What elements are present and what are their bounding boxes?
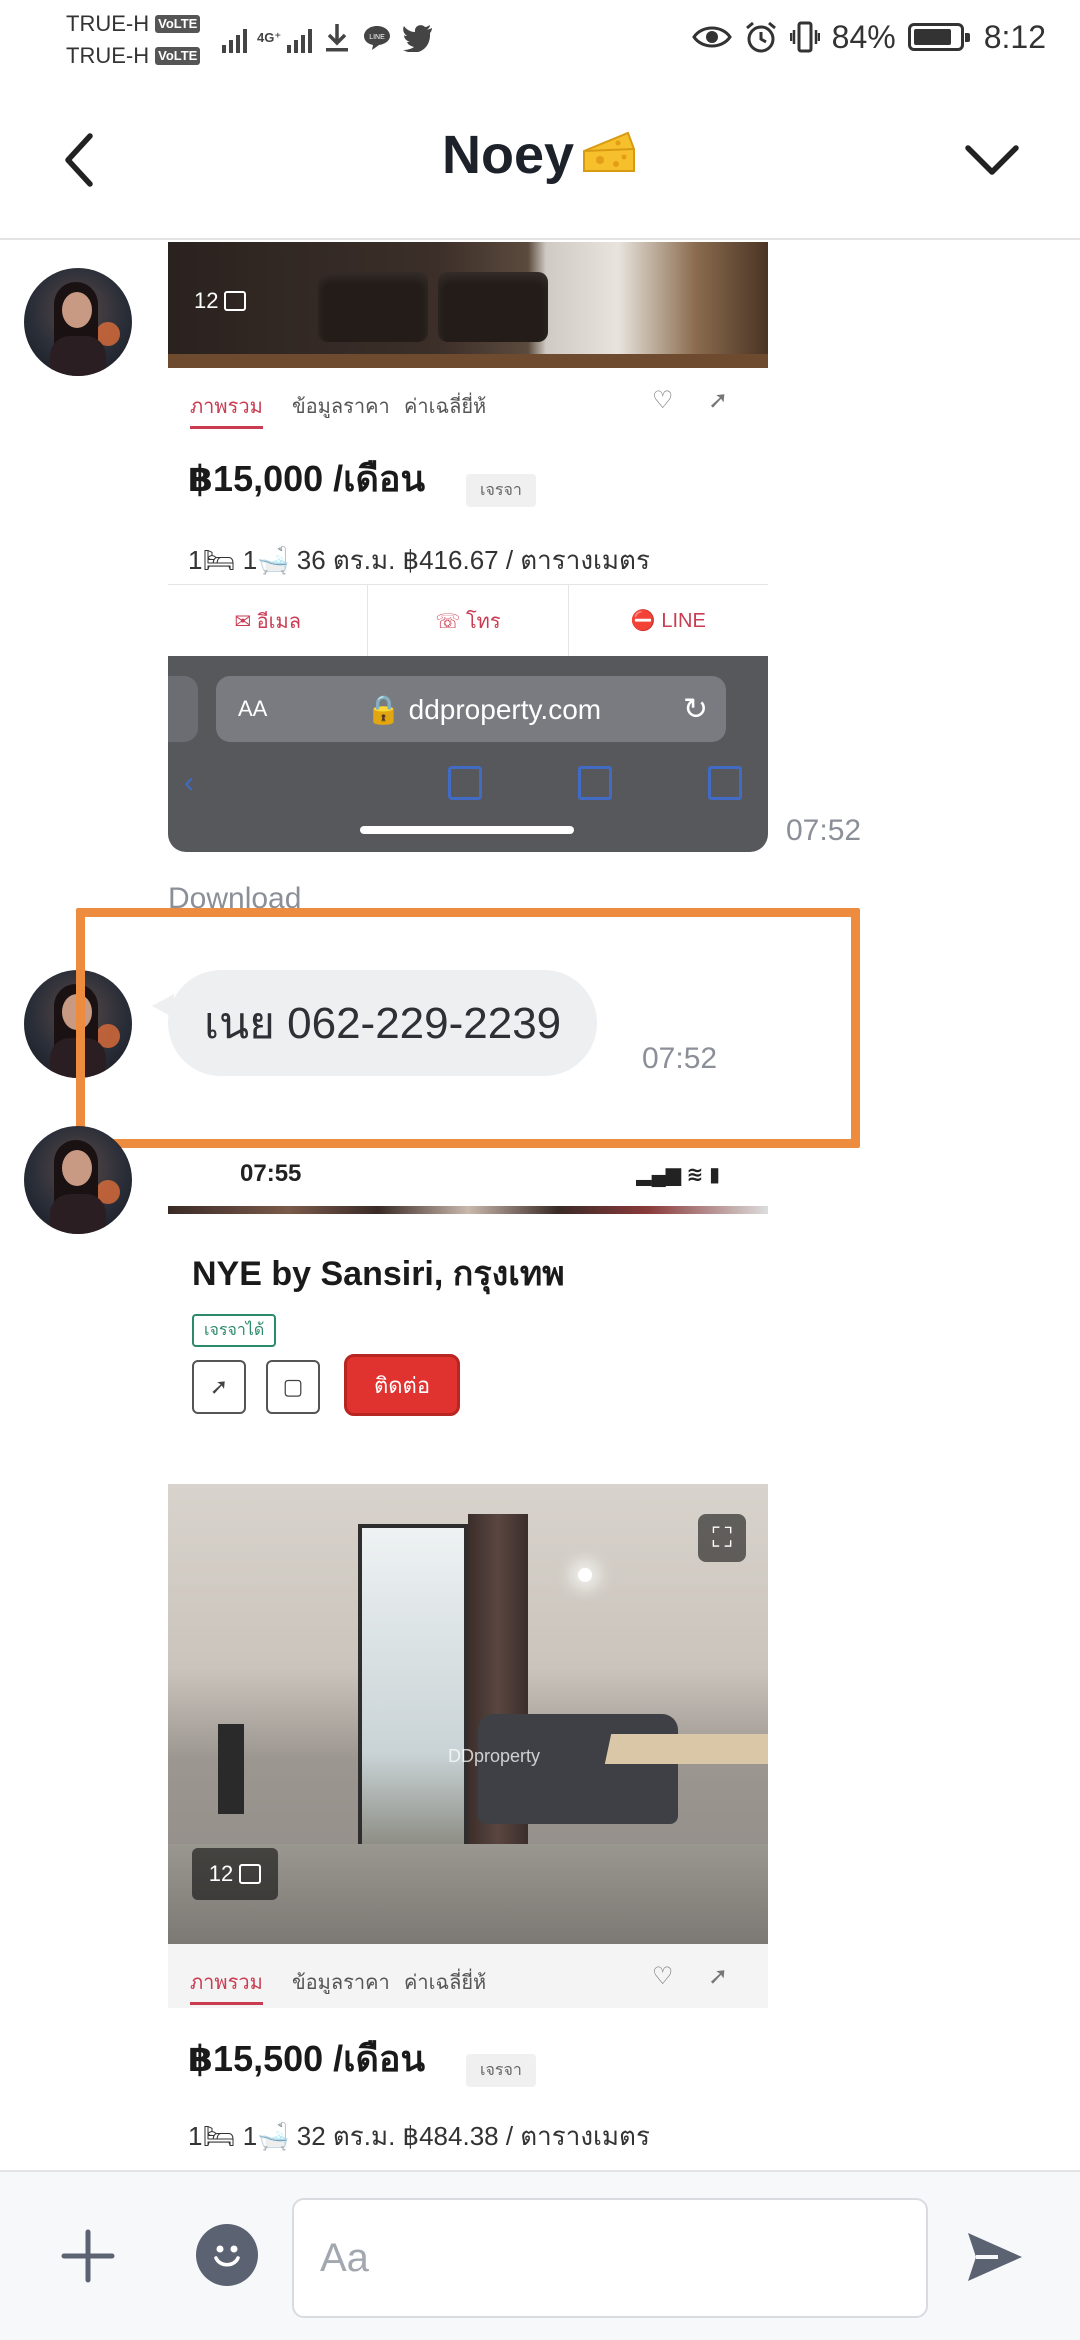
message-time: 07:52 [786,814,862,847]
image-message[interactable]: 12 ภาพรวม ข้อมูลราคา ค่าเฉลี่ยี่ห้ ♡ ➚ ฿… [168,242,768,852]
url-text: 🔒 ddproperty.com [366,693,602,725]
bookmarks-icon [578,766,612,800]
alarm-icon [745,21,776,53]
listing-price: ฿15,500 /เดือน [188,2038,426,2079]
screenshot-status-icons: ▂▄▆ ≋ ▮ [636,1164,720,1186]
carrier-info: TRUE-H VoLTE TRUE-H VoLTE [66,8,201,72]
call-action: ☏ โทร [368,585,569,656]
photo-count-badge: 12 [194,288,247,314]
chat-icon: ▢ [266,1360,320,1414]
chat-screen: TRUE-H VoLTE TRUE-H VoLTE 4G⁺ LINE 84% 8:1… [0,0,1080,2340]
email-action: ✉ อีเมล [168,585,369,656]
listing-specs: 1🛏 1🛁 32 ตร.ม. ฿484.38 / ตารางเมตร [188,2121,650,2151]
avatar[interactable] [24,1126,132,1234]
twitter-icon [403,25,433,52]
avatar[interactable] [24,268,132,376]
plus-icon [61,2229,115,2283]
eye-icon [691,26,732,48]
back-icon: ‹ [184,766,194,799]
screenshot-time: 07:55 [240,1160,302,1187]
send-icon [968,2233,1022,2281]
carrier-label: TRUE-H [66,11,150,36]
image-message[interactable]: 07:55 ▂▄▆ ≋ ▮ NYE by Sansiri, กรุงเทพ เจ… [168,1150,768,2170]
contact-button: ติดต่อ [344,1354,460,1416]
property-photo: DDproperty ⛶ 12 [168,1484,768,1944]
chat-title[interactable]: Noey [0,124,1080,190]
download-icon [326,24,349,52]
message-list[interactable]: 12 ภาพรวม ข้อมูลราคา ค่าเฉลี่ยี่ห้ ♡ ➚ ฿… [0,242,1080,2170]
property-title: NYE by Sansiri, กรุงเทพ [192,1255,565,1293]
smiley-icon [214,2245,240,2267]
expand-icon: ⛶ [698,1514,746,1562]
url-bar: AA 🔒 ddproperty.com ↻ [216,676,726,742]
share-icon [448,766,482,800]
photo-count-badge: 12 [192,1848,278,1900]
message-composer [0,2170,1080,2340]
tab-overview: ภาพรวม [190,1966,263,2005]
price-tag: เจรจา [466,2054,536,2087]
vibrate-icon [789,21,820,53]
tab-overview: ภาพรวม [190,390,263,429]
svg-text:LINE: LINE [369,34,385,41]
listing-tabs: ภาพรวม ข้อมูลราคา ค่าเฉลี่ยี่ห้ ♡ ➚ [168,368,768,432]
chat-header: Noey [0,80,1080,240]
price-tag: เจรจา [466,474,536,507]
tab-price-info: ข้อมูลราคา [292,396,390,418]
tab-average: ค่าเฉลี่ยี่ห้ [404,1972,487,1994]
listing-tabs: ภาพรวม ข้อมูลราคา ค่าเฉลี่ยี่ห้ ♡ ➚ [168,1944,768,2008]
line-icon: LINE [364,26,391,50]
volte-badge: VoLTE [155,47,201,65]
property-photo: 12 [168,242,768,368]
battery-icon [907,23,970,51]
signal-icon [222,23,247,53]
negotiable-tag: เจรจาได้ [192,1314,277,1347]
share-icon: ➚ [708,387,729,414]
emoji-button[interactable] [196,2224,258,2286]
clock: 8:12 [983,18,1046,55]
home-indicator [360,826,574,834]
cheese-icon [580,127,638,190]
gallery-icon [239,1864,262,1884]
highlight-box [76,908,860,1148]
gallery-icon [224,291,247,311]
chevron-down-icon [965,145,1019,175]
heart-icon: ♡ [652,387,674,414]
message-input[interactable] [292,2198,928,2318]
watermark: DDproperty [448,1746,541,1766]
listing-price: ฿15,000 /เดือน [188,458,426,499]
share-icon: ➚ [708,1963,729,1990]
network-type: 4G⁺ [257,30,282,45]
signal-icon [287,23,313,53]
line-action: ⛔ LINE [630,610,706,632]
battery-percent: 84% [831,18,896,55]
status-bar: TRUE-H VoLTE TRUE-H VoLTE 4G⁺ LINE 84% 8:1… [0,0,1080,80]
tabs-icon [708,766,742,800]
browser-toolbar: AA 🔒 ddproperty.com ↻ ‹ [168,656,768,852]
volte-badge: VoLTE [155,15,201,33]
contact-name: Noey [441,125,575,185]
listing-specs: 1🛏 1🛁 36 ตร.ม. ฿416.67 / ตารางเมตร [188,545,650,575]
heart-icon: ♡ [652,1963,674,1990]
reload-icon: ↻ [682,692,708,726]
screenshot-status-bar: 07:55 ▂▄▆ ≋ ▮ [168,1150,768,1200]
add-attachment-button[interactable] [56,2224,120,2288]
tab-average: ค่าเฉลี่ยี่ห้ [404,396,487,418]
battery-fill [913,29,951,45]
send-button[interactable] [960,2224,1030,2290]
text-size-label: AA [238,696,268,721]
header-menu-button[interactable] [952,124,1032,196]
listing-actions: ✉ อีเมล ☏ โทร ⛔ LINE [168,584,768,656]
share-icon: ➚ [192,1360,246,1414]
carrier-label: TRUE-H [66,43,150,68]
tab-price-info: ข้อมูลราคา [292,1972,390,1994]
